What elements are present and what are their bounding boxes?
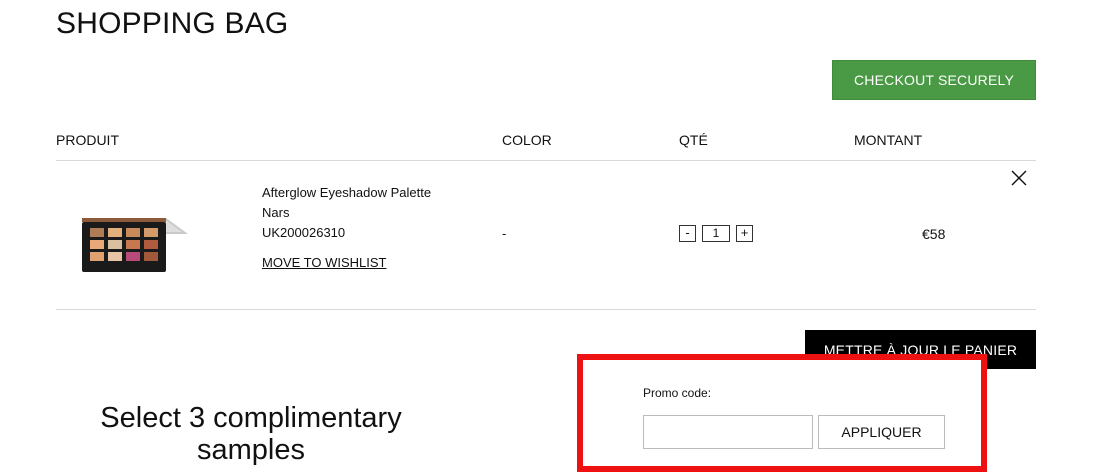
header-divider	[56, 160, 1036, 161]
column-header-product: PRODUIT	[56, 132, 119, 148]
row-divider	[56, 309, 1036, 310]
promo-code-label: Promo code:	[643, 386, 712, 400]
line-amount: €58	[922, 226, 946, 242]
product-sku: UK200026310	[262, 225, 346, 240]
column-header-amount: MONTANT	[854, 132, 923, 148]
decrease-quantity-button[interactable]: -	[679, 225, 696, 242]
column-header-color: COLOR	[502, 132, 552, 148]
product-color: -	[502, 226, 507, 241]
product-name[interactable]: Afterglow Eyeshadow Palette	[262, 185, 431, 201]
column-header-quantity: QTÉ	[679, 132, 708, 148]
move-to-wishlist-link[interactable]: MOVE TO WISHLIST	[262, 255, 386, 271]
product-brand: Nars	[262, 205, 290, 220]
quantity-input[interactable]: 1	[702, 225, 730, 242]
quantity-stepper: - 1 +	[679, 225, 753, 242]
samples-heading: Select 3 complimentary samples	[100, 402, 402, 466]
page-title: SHOPPING BAG	[56, 7, 289, 40]
apply-promo-button[interactable]: APPLIQUER	[818, 415, 945, 449]
close-icon[interactable]	[1010, 169, 1028, 187]
promo-code-input[interactable]	[643, 415, 813, 449]
increase-quantity-button[interactable]: +	[736, 225, 753, 242]
checkout-button[interactable]: CHECKOUT SECURELY	[832, 60, 1036, 100]
promo-highlight-box	[577, 354, 987, 472]
eyeshadow-palette-image[interactable]	[78, 212, 190, 276]
